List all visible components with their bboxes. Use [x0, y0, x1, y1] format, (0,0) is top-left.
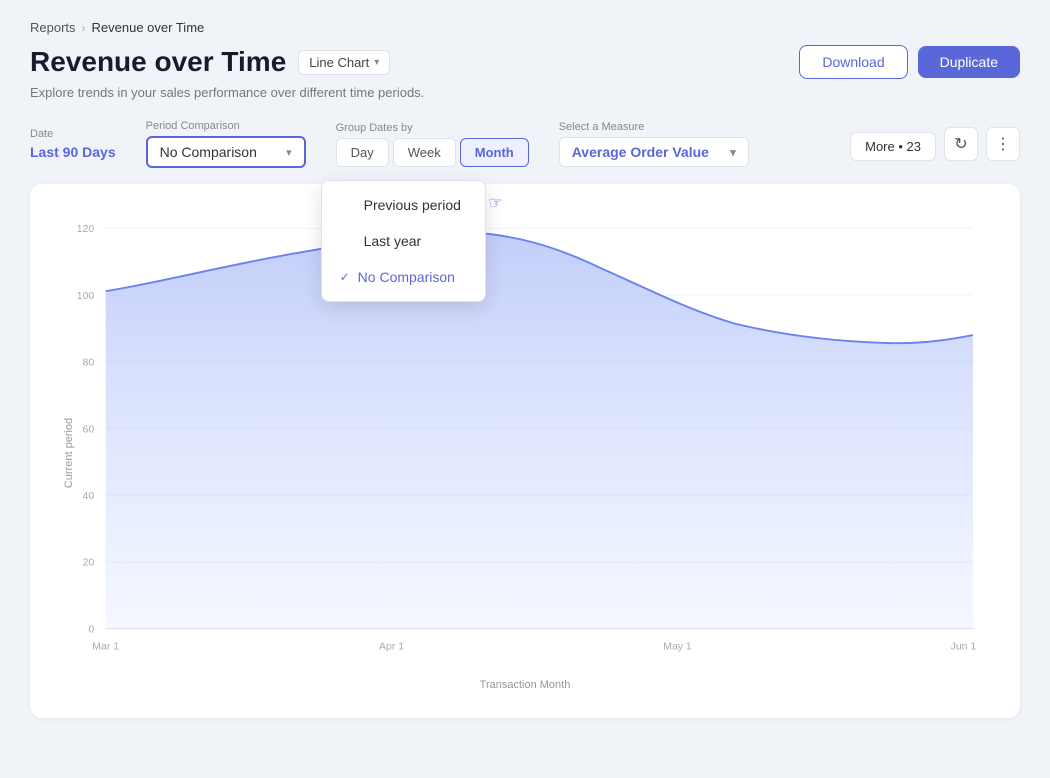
measure-value: Average Order Value: [572, 144, 709, 160]
more-count: 23: [907, 139, 921, 154]
period-dropdown[interactable]: No Comparison ▾: [146, 136, 306, 168]
svg-text:20: 20: [83, 558, 95, 569]
svg-text:40: 40: [83, 491, 95, 502]
controls-row: Date Last 90 Days Period Comparison No C…: [30, 120, 1020, 168]
more-separator: •: [898, 139, 906, 154]
chart-type-label: Line Chart: [309, 55, 369, 70]
breadcrumb-parent[interactable]: Reports: [30, 20, 76, 35]
page-header: Revenue over Time Line Chart ▾ Download …: [30, 45, 1020, 79]
measure-chevron-icon: ▾: [730, 146, 736, 159]
date-control: Date Last 90 Days: [30, 128, 116, 160]
group-dates-buttons: Day Week Month: [336, 138, 529, 167]
page-title: Revenue over Time: [30, 46, 286, 78]
dropdown-item-label: No Comparison: [358, 269, 455, 285]
refresh-icon: ↻: [954, 134, 967, 154]
title-group: Revenue over Time Line Chart ▾: [30, 46, 390, 78]
svg-text:Apr 1: Apr 1: [379, 642, 404, 653]
svg-text:120: 120: [77, 224, 95, 235]
more-label: More: [865, 139, 895, 154]
measure-label: Select a Measure: [559, 121, 749, 133]
group-month-button[interactable]: Month: [460, 138, 529, 167]
chart-type-button[interactable]: Line Chart ▾: [298, 50, 390, 75]
y-axis-label: Current period: [63, 418, 75, 488]
dropdown-item-label: Last year: [364, 233, 422, 249]
svg-text:Jun 1: Jun 1: [951, 642, 977, 653]
measure-dropdown[interactable]: Average Order Value ▾: [559, 137, 749, 167]
period-label: Period Comparison: [146, 120, 306, 132]
period-chevron-icon: ▾: [286, 146, 292, 159]
breadcrumb: Reports › Revenue over Time: [30, 20, 1020, 35]
svg-text:0: 0: [88, 624, 94, 635]
svg-text:80: 80: [83, 358, 95, 369]
page-subtitle: Explore trends in your sales performance…: [30, 85, 1020, 100]
header-actions: Download Duplicate: [799, 45, 1020, 79]
dropdown-item-label: Previous period: [364, 197, 461, 213]
more-options-button[interactable]: ⋮: [986, 127, 1020, 161]
x-axis-label: Transaction Month: [58, 679, 992, 691]
area-fill: [106, 232, 973, 629]
svg-text:Mar 1: Mar 1: [92, 642, 119, 653]
svg-text:60: 60: [83, 424, 95, 435]
group-dates-control: Group Dates by Day Week Month: [336, 122, 529, 167]
more-vert-icon: ⋮: [995, 134, 1011, 154]
chart-card: Current period 120 100 80 60 40: [30, 184, 1020, 718]
chart-area: Current period 120 100 80 60 40: [58, 208, 992, 698]
check-icon: ✓: [340, 270, 350, 284]
refresh-button[interactable]: ↻: [944, 127, 978, 161]
date-label: Date: [30, 128, 116, 140]
period-control: Period Comparison No Comparison ▾ Previo…: [146, 120, 306, 168]
period-dropdown-menu: Previous period Last year ✓ No Compariso…: [321, 180, 486, 302]
chart-type-chevron-icon: ▾: [374, 57, 379, 68]
download-button[interactable]: Download: [799, 45, 907, 79]
duplicate-button[interactable]: Duplicate: [918, 46, 1020, 78]
breadcrumb-current: Revenue over Time: [92, 20, 205, 35]
line-chart-svg: 120 100 80 60 40 20 0: [58, 208, 992, 668]
group-week-button[interactable]: Week: [393, 138, 456, 167]
more-button[interactable]: More • 23: [850, 132, 936, 161]
dropdown-item-last-year[interactable]: Last year: [322, 223, 485, 259]
breadcrumb-separator: ›: [82, 21, 86, 35]
group-day-button[interactable]: Day: [336, 138, 389, 167]
dropdown-item-previous-period[interactable]: Previous period: [322, 187, 485, 223]
svg-text:May 1: May 1: [663, 642, 692, 653]
date-value[interactable]: Last 90 Days: [30, 144, 116, 160]
dropdown-item-no-comparison[interactable]: ✓ No Comparison ☞: [322, 259, 485, 295]
right-controls: More • 23 ↻ ⋮: [850, 127, 1020, 161]
group-dates-label: Group Dates by: [336, 122, 529, 134]
svg-text:100: 100: [77, 291, 95, 302]
period-value: No Comparison: [160, 144, 257, 160]
measure-control: Select a Measure Average Order Value ▾: [559, 121, 749, 167]
